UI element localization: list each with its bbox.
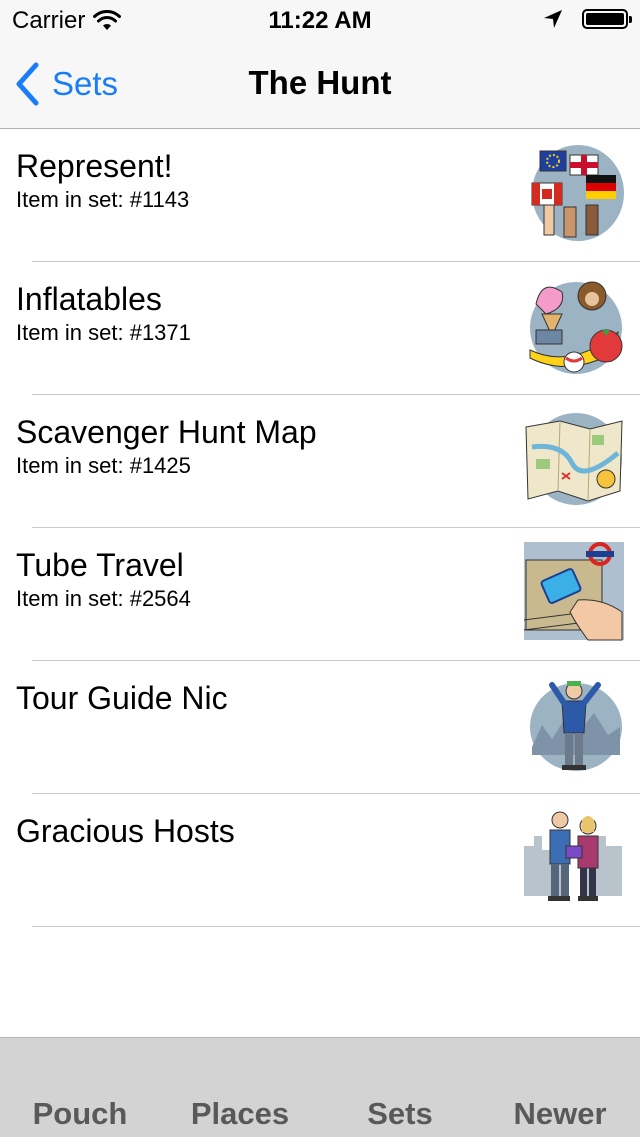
status-bar: Carrier 11:22 AM <box>0 0 640 40</box>
tab-label: Places <box>190 1096 290 1131</box>
list-item-title: Tube Travel <box>16 547 184 583</box>
list-item-text: Tube Travel Item in set: #2564 <box>16 546 191 614</box>
tab-label: Pouch <box>32 1096 128 1131</box>
tab-pouch[interactable]: Pouch <box>0 1038 160 1137</box>
item-list: Represent! Item in set: #1143 Inflatable… <box>0 129 640 927</box>
tab-label: Newer <box>513 1096 607 1131</box>
list-item-title: Inflatables <box>16 281 162 317</box>
list-item-scavenger-hunt-map[interactable]: Scavenger Hunt Map Item in set: #1425 <box>16 395 640 528</box>
tab-newer[interactable]: Newer <box>480 1038 640 1137</box>
list-item-text: Inflatables Item in set: #1371 <box>16 280 191 348</box>
list-item-title: Represent! <box>16 148 173 184</box>
list-item-title: Scavenger Hunt Map <box>16 414 317 450</box>
page-title: The Hunt <box>248 64 392 101</box>
list-item-title: Gracious Hosts <box>16 813 235 849</box>
tab-bar: Pouch Places Sets Newer <box>0 1037 640 1137</box>
list-item-subtitle: Item in set: #1371 <box>16 320 191 345</box>
list-item-subtitle: Item in set: #1425 <box>16 453 191 478</box>
tab-label: Sets <box>367 1096 433 1131</box>
battery-level <box>586 13 624 25</box>
flags-icon <box>531 145 624 241</box>
list-item-subtitle: Item in set: #2564 <box>16 586 191 611</box>
battery-icon <box>582 9 632 29</box>
list-item-tour-guide-nic[interactable]: Tour Guide Nic <box>16 661 640 794</box>
inflatables-icon <box>529 281 623 374</box>
location-arrow-icon <box>544 10 562 28</box>
tab-places[interactable]: Places <box>160 1038 320 1137</box>
tube-card-icon <box>523 542 624 641</box>
tour-guide-icon <box>530 681 622 771</box>
tab-sets[interactable]: Sets <box>320 1038 480 1137</box>
navigation-bar: Sets The Hunt <box>0 40 640 129</box>
list-item-text: Tour Guide Nic <box>16 679 228 717</box>
list-item-text: Gracious Hosts <box>16 812 235 850</box>
list-item-text: Represent! Item in set: #1143 <box>16 147 189 215</box>
map-icon <box>525 413 623 505</box>
hosts-icon <box>524 811 622 901</box>
list-item-inflatables[interactable]: Inflatables Item in set: #1371 <box>16 262 640 395</box>
list-item-represent[interactable]: Represent! Item in set: #1143 <box>16 129 640 262</box>
list-item-tube-travel[interactable]: Tube Travel Item in set: #2564 <box>16 528 640 661</box>
list-item-gracious-hosts[interactable]: Gracious Hosts <box>16 794 640 927</box>
list-item-title: Tour Guide Nic <box>16 680 228 716</box>
list-item-text: Scavenger Hunt Map Item in set: #1425 <box>16 413 317 481</box>
status-indicators <box>542 8 632 30</box>
list-item-subtitle: Item in set: #1143 <box>16 187 190 212</box>
